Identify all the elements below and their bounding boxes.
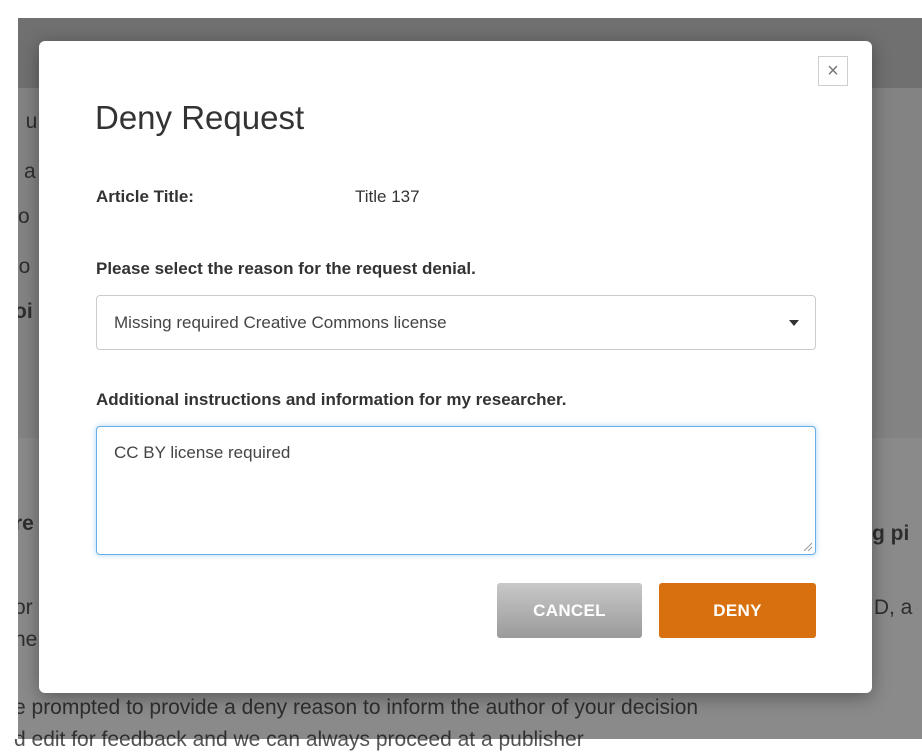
deny-request-dialog: × Deny Request Article Title: Title 137 …	[39, 41, 872, 693]
instructions-label: Additional instructions and information …	[96, 390, 567, 409]
dialog-title: Deny Request	[95, 99, 305, 136]
instructions-textarea[interactable]: CC BY license required	[96, 426, 816, 555]
instructions-text: CC BY license required	[114, 443, 291, 462]
reason-select-value: Missing required Creative Commons licens…	[114, 312, 447, 332]
close-icon: ×	[827, 60, 839, 82]
resize-handle-icon[interactable]	[802, 541, 812, 551]
deny-button[interactable]: DENY	[659, 583, 816, 638]
reason-select[interactable]: Missing required Creative Commons licens…	[96, 295, 816, 350]
page-margin-left	[0, 0, 18, 739]
article-title-value: Title 137	[355, 187, 420, 206]
reason-label: Please select the reason for the request…	[96, 259, 476, 278]
page-margin-top	[0, 0, 922, 18]
close-button[interactable]: ×	[818, 56, 848, 86]
cancel-button[interactable]: CANCEL	[497, 583, 642, 638]
caret-down-icon	[789, 320, 799, 326]
article-title-label: Article Title:	[96, 187, 194, 206]
